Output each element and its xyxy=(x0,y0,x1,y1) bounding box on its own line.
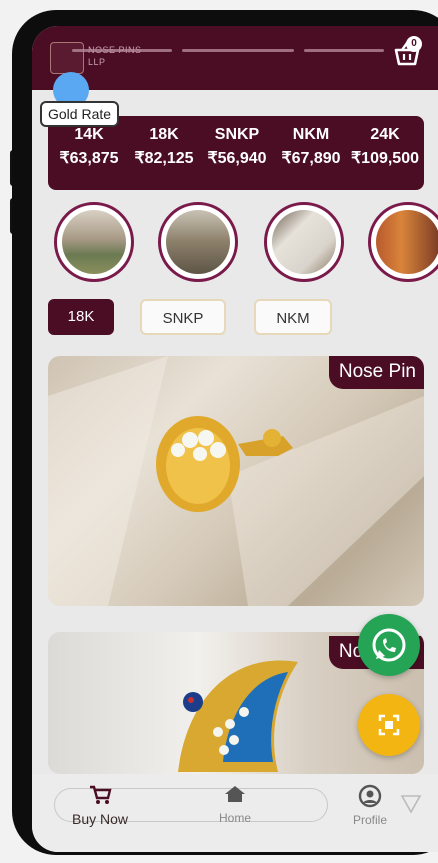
rate-nkm: NKM ₹67,890 xyxy=(281,126,341,167)
brand-name: NOSE PINS LLP xyxy=(88,45,141,67)
nose-pin-product-image xyxy=(48,356,424,606)
rate-snkp: SNKP ₹56,940 xyxy=(207,126,267,167)
whatsapp-button[interactable] xyxy=(358,614,420,676)
whatsapp-icon xyxy=(372,628,406,662)
brand-logo[interactable] xyxy=(50,42,84,74)
rate-18k: 18K ₹82,125 xyxy=(134,126,194,167)
story-thumbnail[interactable] xyxy=(264,202,344,282)
send-icon[interactable] xyxy=(400,792,422,814)
gold-rate-panel: 14K ₹63,875 18K ₹82,125 SNKP ₹56,940 NKM… xyxy=(48,116,424,190)
gold-rate-chip[interactable]: Gold Rate xyxy=(40,101,120,127)
product-category-label: Nose Pin xyxy=(328,356,424,389)
home-icon xyxy=(225,786,245,802)
rate-24k: 24K ₹109,500 xyxy=(350,126,419,167)
filter-chip-snkp[interactable]: SNKP xyxy=(140,299,226,335)
app-header: NOSE PINS LLP 0 xyxy=(32,26,438,90)
filter-chip-18k[interactable]: 18K xyxy=(48,299,114,335)
story-progress-bar xyxy=(182,49,294,52)
nav-buy-now[interactable]: Buy Now xyxy=(62,784,138,827)
bottom-navigation: Buy Now Home Profile xyxy=(32,774,438,852)
story-thumbnail[interactable] xyxy=(158,202,238,282)
cart-count-badge: 0 xyxy=(406,36,422,52)
profile-icon xyxy=(358,784,382,808)
story-thumbnail[interactable] xyxy=(54,202,134,282)
rate-14k: 14K ₹63,875 xyxy=(59,126,119,167)
cart-icon xyxy=(90,785,112,804)
app-screen: NOSE PINS LLP 0 14K ₹63,875 18K ₹82,125 … xyxy=(32,26,438,852)
scan-qr-button[interactable] xyxy=(358,694,420,756)
nav-home[interactable]: Home xyxy=(200,784,270,825)
story-progress-bar xyxy=(304,49,384,52)
filter-chip-nkm[interactable]: NKM xyxy=(254,299,332,335)
story-progress-bar xyxy=(72,49,172,52)
story-thumbnail[interactable] xyxy=(368,202,438,282)
nav-profile[interactable]: Profile xyxy=(340,784,400,827)
qr-scan-icon xyxy=(378,714,400,736)
product-card[interactable]: Nose Pin xyxy=(48,356,424,606)
